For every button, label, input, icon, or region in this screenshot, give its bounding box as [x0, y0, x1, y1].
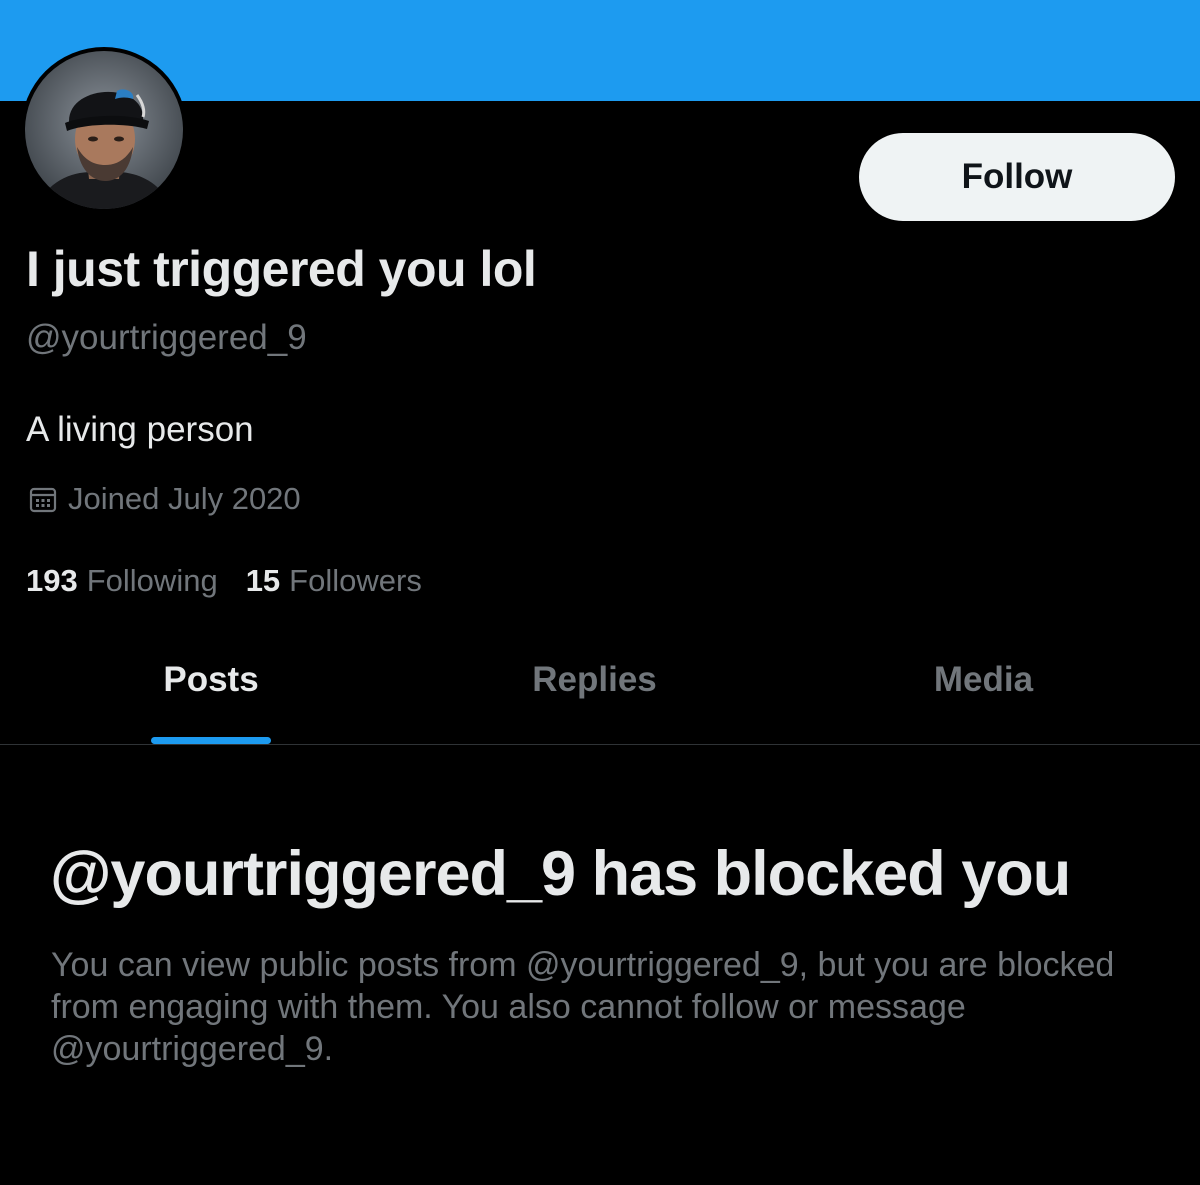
avatar-image	[25, 51, 183, 209]
followers-label: Followers	[289, 563, 422, 598]
follow-button[interactable]: Follow	[859, 133, 1175, 221]
calendar-icon	[28, 484, 58, 514]
profile-stats: 193 Following 15 Followers	[26, 563, 450, 599]
avatar[interactable]	[21, 47, 187, 213]
tab-posts[interactable]: Posts	[0, 640, 422, 744]
blocked-message: You can view public posts from @yourtrig…	[51, 946, 1115, 1068]
username-handle: @yourtriggered_9	[26, 318, 307, 357]
tab-posts-label: Posts	[163, 660, 259, 699]
blocked-title: @yourtriggered_9 has blocked you	[50, 839, 1071, 909]
tab-media-label: Media	[933, 660, 1034, 699]
following-count: 193	[26, 563, 78, 598]
profile-banner[interactable]	[0, 0, 1200, 101]
following-label: Following	[86, 563, 218, 598]
tab-replies[interactable]: Replies	[422, 640, 767, 744]
profile-bio: A living person	[26, 410, 254, 449]
profile-tabs: Posts Replies Media	[0, 640, 1200, 745]
tab-replies-label: Replies	[532, 660, 657, 699]
followers-link[interactable]: 15 Followers	[246, 563, 422, 599]
display-name: I just triggered you lol	[26, 241, 537, 297]
following-link[interactable]: 193 Following	[26, 563, 218, 599]
tab-active-indicator	[151, 737, 271, 744]
joined-date: Joined July 2020	[28, 481, 301, 517]
followers-count: 15	[245, 563, 281, 598]
joined-date-text: Joined July 2020	[68, 481, 301, 516]
tab-media[interactable]: Media	[767, 640, 1200, 744]
